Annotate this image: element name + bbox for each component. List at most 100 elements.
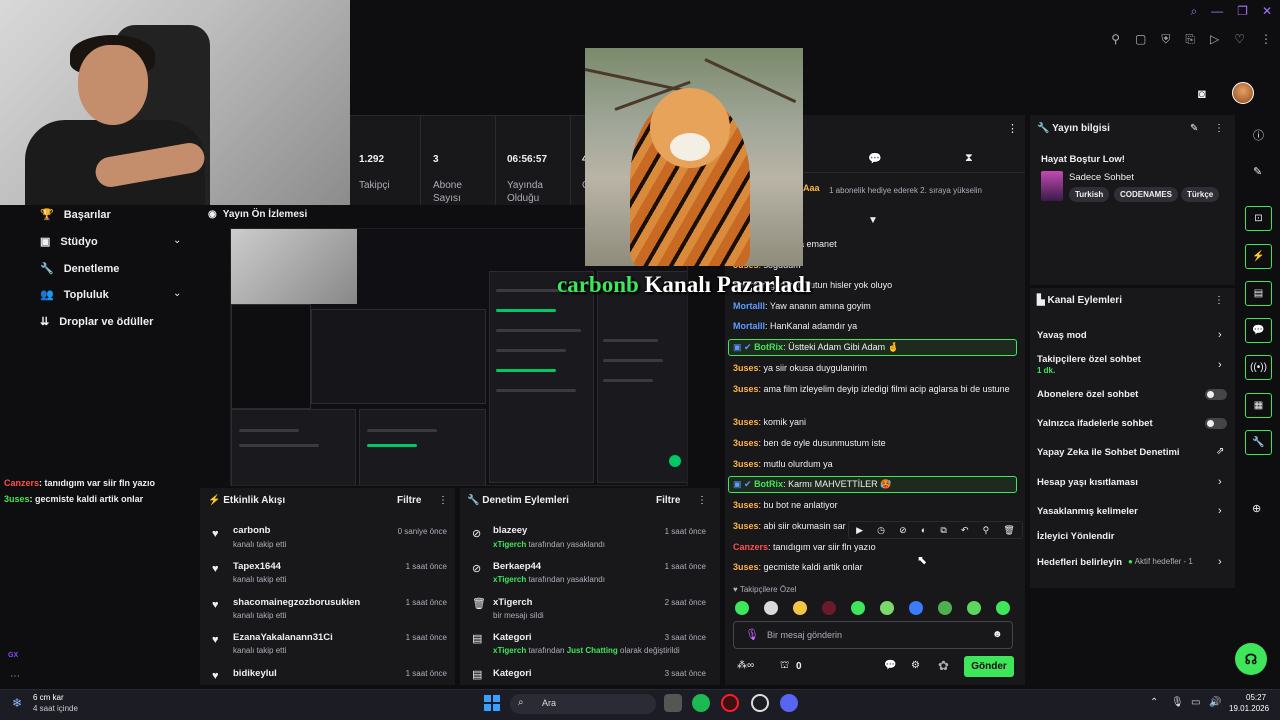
mod-target[interactable]: xTigerch (493, 597, 532, 608)
opera-icon[interactable] (721, 694, 739, 712)
gx-icon[interactable]: GX (8, 652, 18, 659)
slow-mode[interactable]: Yavaş mod (1037, 330, 1087, 341)
emote[interactable] (938, 601, 952, 615)
feed-filter-button[interactable]: Filtre (397, 495, 421, 506)
chat-user[interactable]: BotRix (754, 479, 783, 489)
ai-moderation[interactable]: Yapay Zeka ile Sohbet Denetimi (1037, 447, 1180, 458)
chat-icon[interactable]: 💬 (868, 152, 882, 165)
feed-name[interactable]: bidikeylul (233, 668, 277, 679)
chat-user[interactable]: Mortalll (733, 301, 765, 311)
more-icon[interactable]: ⋮ (1260, 32, 1272, 47)
category-thumbnail[interactable] (1041, 171, 1063, 201)
network-icon[interactable]: ▭ (1191, 697, 1200, 708)
external-link-icon[interactable]: ⇗ (1216, 446, 1224, 457)
mod-actor[interactable]: xTigerch (493, 646, 526, 655)
windows-start-icon[interactable] (484, 695, 500, 711)
chat-user[interactable]: 3uses (733, 363, 759, 373)
volume-icon[interactable]: 🔊 (1209, 697, 1221, 708)
chat-user[interactable]: 3uses (733, 500, 759, 510)
gear-icon[interactable]: ⚙ (911, 660, 920, 671)
follower-only-chat[interactable]: Takipçilere özel sohbet (1037, 354, 1141, 365)
mod-target[interactable]: Kategori (493, 668, 532, 679)
mod-category[interactable]: Just Chatting (567, 646, 618, 655)
chat-user[interactable]: 3uses (733, 438, 759, 448)
restore-icon[interactable]: ❐ (1237, 4, 1248, 19)
edit-icon[interactable]: ✎ (1253, 165, 1262, 178)
emote-only-chat[interactable]: Yalnızca ifadelerle sohbet (1037, 418, 1153, 429)
slash-icon[interactable]: ⊘ (899, 525, 907, 536)
window-icon[interactable]: ▢ (1135, 32, 1146, 47)
chevron-right-icon[interactable]: › (1218, 329, 1222, 341)
chevron-right-icon[interactable]: › (1218, 476, 1222, 488)
more-icon[interactable]: ⋮ (1214, 295, 1224, 306)
minimize-icon[interactable]: — (1211, 4, 1223, 19)
mod-actor[interactable]: xTigerch (493, 575, 526, 584)
chat-user[interactable]: BotRix (754, 342, 783, 352)
nav-denetleme[interactable]: 🔧 Denetleme (40, 262, 119, 276)
chat-user[interactable]: 3uses (733, 384, 759, 394)
vr-icon[interactable]: ◙ (1198, 86, 1206, 101)
undo-icon[interactable]: ↶ (961, 525, 969, 536)
feed-name[interactable]: carbonb (233, 525, 270, 536)
set-goals[interactable]: Hedefleri belirleyin (1037, 557, 1122, 568)
camera-button[interactable]: ⊡ (1245, 206, 1272, 231)
chat-button[interactable]: 💬 (1245, 318, 1272, 343)
timeout-icon[interactable]: ◷ (877, 525, 885, 536)
shield-icon[interactable]: ⛨ (1161, 32, 1170, 47)
chat-input[interactable]: Bir mesaj gönderin (733, 621, 1013, 649)
feed-name[interactable]: EzanaYakalanann31Ci (233, 632, 333, 643)
nav-topluluk[interactable]: 👥 Topluluk (40, 288, 109, 302)
chevron-up-icon[interactable]: ⌃ (1150, 697, 1158, 708)
mic-icon[interactable]: 🎙 (1171, 697, 1184, 708)
banned-words[interactable]: Yasaklanmış kelimeler (1037, 506, 1138, 517)
hourglass-icon[interactable]: ⧗ (965, 152, 973, 165)
avatar[interactable] (1232, 82, 1254, 104)
chat-user[interactable]: 3uses (733, 562, 759, 572)
mod-target[interactable]: blazeey (493, 525, 527, 536)
chat-user[interactable]: Mortalll (733, 321, 765, 331)
account-age[interactable]: Hesap yaşı kısıtlaması (1037, 477, 1138, 488)
filter-icon[interactable]: ▼ (868, 215, 878, 226)
layout-button[interactable]: ▦ (1245, 393, 1272, 418)
emote[interactable] (735, 601, 749, 615)
chat-icon[interactable]: ◐ (921, 525, 926, 535)
more-icon[interactable]: ⋮ (1214, 123, 1224, 134)
tag[interactable]: Türkçe (1181, 187, 1220, 202)
preview-video[interactable] (230, 228, 688, 486)
emote[interactable] (822, 601, 836, 615)
tools-button[interactable]: 🔧 (1245, 430, 1272, 455)
chat-settings-icon[interactable]: 💬 (884, 660, 896, 671)
task-view-icon[interactable] (664, 694, 682, 712)
chevron-right-icon[interactable]: › (1218, 556, 1222, 568)
nav-studyo[interactable]: ▣ Stüdyo (40, 235, 98, 249)
mod-actor[interactable]: xTigerch (493, 540, 526, 549)
stream-category[interactable]: Sadece Sohbet (1069, 172, 1134, 183)
send-button[interactable]: Gönder (964, 656, 1014, 677)
close-icon[interactable]: ✕ (1262, 4, 1272, 19)
help-button[interactable]: ☊ (1235, 643, 1267, 675)
emoji-icon[interactable]: ☻ (992, 629, 1003, 640)
taskbar-search[interactable]: Ara (510, 694, 656, 714)
chevron-right-icon[interactable]: › (1218, 359, 1222, 371)
emote-only-toggle[interactable] (1205, 418, 1227, 429)
mod-target[interactable]: Berkaep44 (493, 561, 541, 572)
discord-icon[interactable] (780, 694, 798, 712)
chat-user[interactable]: 3uses (733, 459, 759, 469)
search-icon[interactable]: ⌕ (1190, 4, 1197, 19)
mod-filter-button[interactable]: Filtre (656, 495, 680, 506)
emote[interactable] (851, 601, 865, 615)
infinity-icon[interactable]: ⁂∞ (737, 660, 754, 671)
info-icon[interactable]: ⓘ (1253, 127, 1264, 143)
chevron-down-icon[interactable]: ⌄ (173, 235, 181, 246)
chevron-down-icon[interactable]: ⌄ (173, 288, 181, 299)
nav-basarilar[interactable]: 🏆 Başarılar (40, 208, 111, 222)
mod-target[interactable]: Kategori (493, 632, 532, 643)
pin-icon[interactable]: ⚲ (1111, 32, 1120, 47)
tag[interactable]: CODENAMES (1114, 187, 1179, 202)
lightning-button[interactable]: ⚡ (1245, 244, 1272, 269)
trash-icon[interactable]: 🗑 (1003, 525, 1014, 536)
heart-icon[interactable]: ♡ (1234, 32, 1245, 47)
copy-icon[interactable]: ⧉ (940, 525, 946, 536)
emote[interactable] (909, 601, 923, 615)
more-icon[interactable]: ⋮ (1007, 122, 1018, 135)
